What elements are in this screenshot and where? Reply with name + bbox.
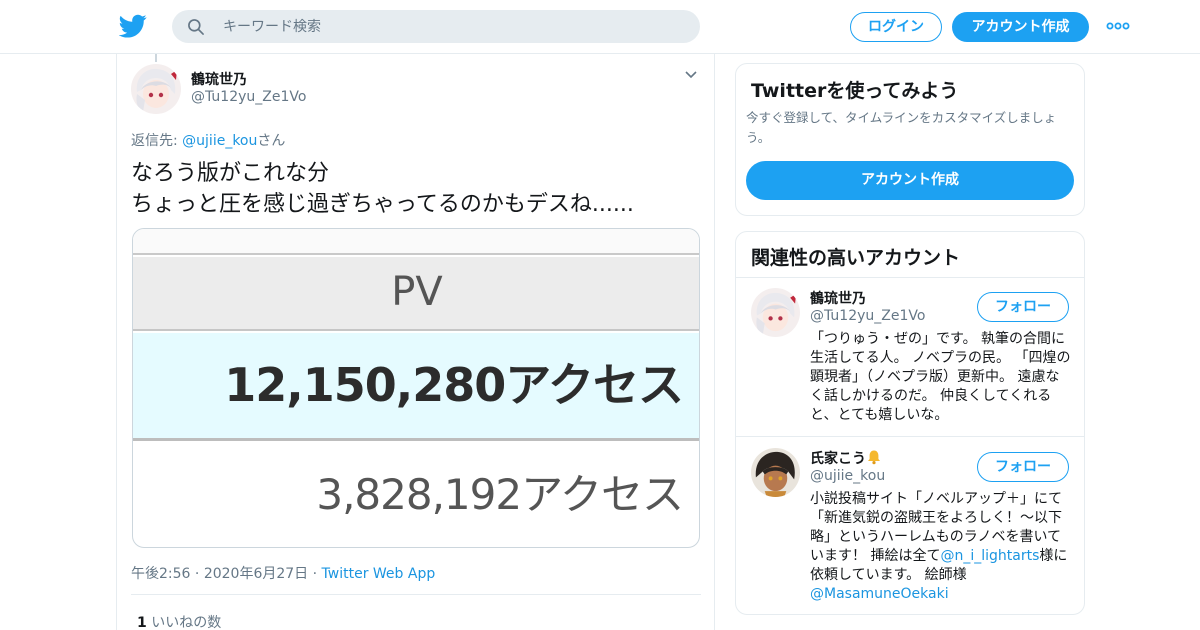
anime-avatar-icon: [751, 448, 800, 497]
author-handle[interactable]: @Tu12yu_Ze1Vo: [191, 89, 306, 105]
tweet-text: なろう版がこれな分 ちょっと圧を感じ過ぎちゃってるのかもデスね......: [131, 158, 634, 220]
search-bar[interactable]: キーワード検索: [172, 10, 700, 43]
related-account-item: 氏家こう @ujiie_kou フォロー 小説投稿サイト「ノベルアップ＋」にて「…: [736, 438, 1084, 614]
follow-button[interactable]: フォロー: [977, 452, 1069, 482]
thread-connector-line: [155, 54, 157, 62]
divider: [736, 436, 1084, 437]
account-handle[interactable]: @ujiie_kou: [810, 468, 885, 484]
reply-prefix: 返信先:: [131, 133, 183, 149]
tweet-image[interactable]: PV 12,150,280アクセス 3,828,192アクセス: [132, 228, 700, 548]
tweet-metadata: 午後2:56 · 2020年6月27日 · Twitter Web App: [131, 563, 435, 583]
login-button[interactable]: ログイン: [850, 12, 942, 42]
author-name[interactable]: 鶴琉世乃: [191, 69, 247, 89]
account-handle[interactable]: @Tu12yu_Ze1Vo: [810, 308, 925, 324]
like-label: いいねの数: [151, 615, 222, 630]
tweet-time[interactable]: 午後2:56: [131, 566, 190, 582]
follow-button[interactable]: フォロー: [977, 292, 1069, 322]
related-accounts-title: 関連性の高いアカウント: [751, 247, 961, 269]
top-bar: キーワード検索 ログイン アカウント作成: [0, 0, 1200, 54]
more-dots-icon[interactable]: [1104, 16, 1132, 36]
bell-emoji-icon: [868, 450, 880, 465]
account-name-row[interactable]: 氏家こう: [810, 448, 882, 468]
bio-mention-link[interactable]: @MasamuneOekaki: [810, 586, 949, 602]
like-count-row[interactable]: 1 いいねの数: [137, 612, 221, 630]
signup-card-button[interactable]: アカウント作成: [746, 161, 1074, 200]
signup-card-title: Twitterを使ってみよう: [751, 80, 959, 102]
search-input[interactable]: キーワード検索: [223, 17, 321, 37]
bio-mention-link[interactable]: @n_i_lightarts: [940, 548, 1039, 564]
account-avatar[interactable]: [751, 288, 800, 337]
account-avatar[interactable]: [751, 448, 800, 497]
search-icon: [188, 19, 204, 35]
twitter-bird-icon[interactable]: [119, 12, 147, 40]
anime-avatar-icon: [131, 64, 181, 114]
reply-suffix: さん: [257, 133, 286, 149]
signup-button[interactable]: アカウント作成: [952, 12, 1089, 42]
reply-target-link[interactable]: @ujiie_kou: [182, 133, 257, 149]
image-secondary-value: 3,828,192アクセス: [316, 470, 684, 519]
like-count: 1: [137, 615, 147, 630]
image-band: [133, 229, 699, 255]
related-accounts-card: 関連性の高いアカウント 鶴琉世乃 @Tu12yu_Ze1Vo フォロー 「つりゅ…: [735, 231, 1085, 615]
account-name[interactable]: 氏家こう: [810, 451, 866, 467]
tweet-text-line: ちょっと圧を感じ過ぎちゃってるのかもデスね......: [131, 192, 634, 217]
tweet-text-line: なろう版がこれな分: [131, 161, 330, 186]
chevron-down-icon[interactable]: [684, 70, 698, 80]
tweet-detail: 鶴琉世乃 @Tu12yu_Ze1Vo 返信先: @ujiie_kouさん なろう…: [116, 54, 715, 630]
divider: [131, 594, 701, 595]
account-bio: 小説投稿サイト「ノベルアップ＋」にて「新進気鋭の盗賊王をよろしく！〜以下略」とい…: [810, 490, 1072, 604]
anime-avatar-icon: [751, 288, 800, 337]
image-primary-value: 12,150,280アクセス: [224, 358, 684, 412]
related-account-item: 鶴琉世乃 @Tu12yu_Ze1Vo フォロー 「つりゅう・ぜの」です。 執筆の…: [736, 278, 1084, 436]
tweet-date[interactable]: 2020年6月27日: [204, 566, 308, 582]
signup-card: Twitterを使ってみよう 今すぐ登録して、タイムラインをカスタマイズしましょ…: [735, 63, 1085, 216]
meta-separator: ·: [190, 566, 204, 582]
signup-card-description: 今すぐ登録して、タイムラインをカスタマイズしましょう。: [746, 110, 1057, 145]
tweet-source-link[interactable]: Twitter Web App: [322, 566, 436, 582]
meta-separator: ·: [308, 566, 322, 582]
account-bio: 「つりゅう・ぜの」です。 執筆の合間に生活してる人。 ノベプラの民。 「四煌の顕…: [810, 331, 1071, 423]
image-pv-header: PV: [391, 269, 443, 315]
author-avatar[interactable]: [131, 64, 181, 114]
account-name[interactable]: 鶴琉世乃: [810, 288, 866, 308]
reply-context: 返信先: @ujiie_kouさん: [131, 130, 285, 150]
